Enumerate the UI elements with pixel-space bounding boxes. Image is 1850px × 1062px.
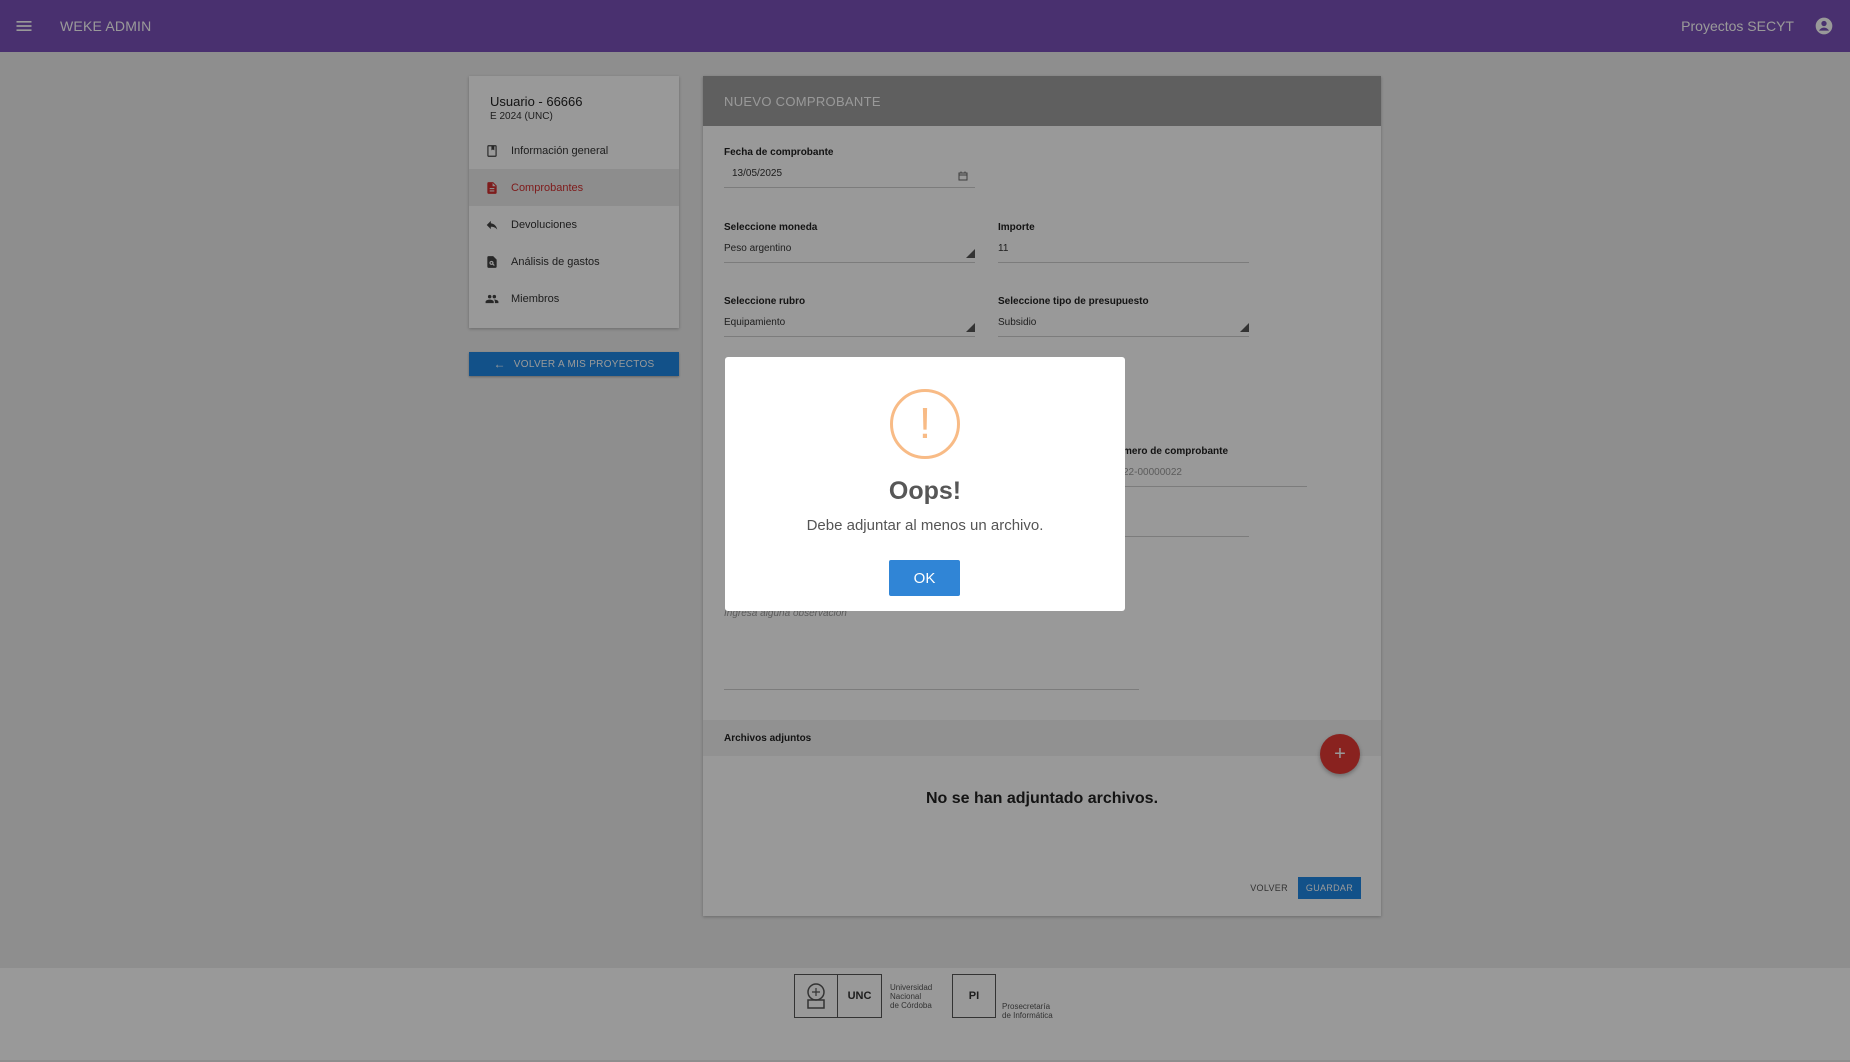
- alert-message: Debe adjuntar al menos un archivo.: [806, 517, 1044, 534]
- ok-button[interactable]: OK: [889, 560, 960, 596]
- alert-dialog: ! Oops! Debe adjuntar al menos un archiv…: [725, 357, 1125, 611]
- warning-icon: !: [890, 389, 960, 459]
- alert-title: Oops!: [888, 477, 962, 505]
